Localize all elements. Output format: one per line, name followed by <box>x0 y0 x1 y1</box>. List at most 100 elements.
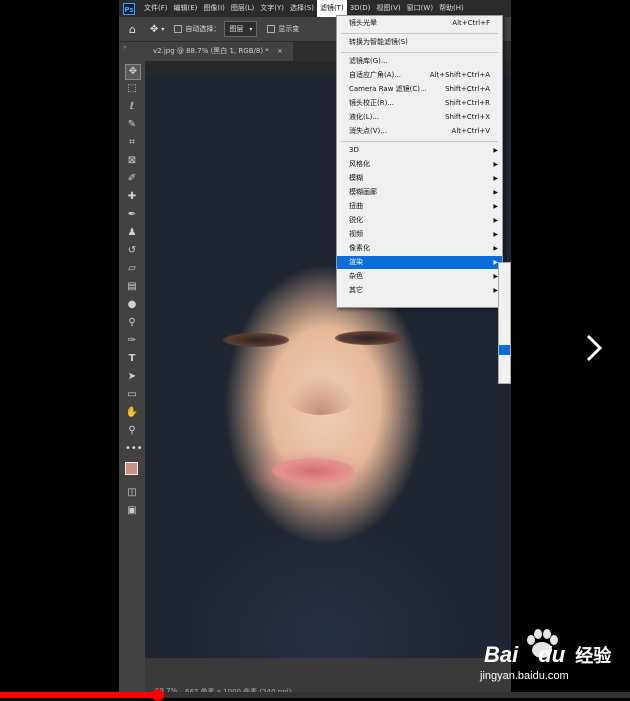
auto-select-label: 自动选择： <box>185 25 221 33</box>
filter-menu-item-label: 像素化 <box>349 244 370 252</box>
filter-menu-item-shortcut: Shift+Ctrl+R <box>445 99 490 107</box>
filter-menu-item[interactable]: 渲染 ▶ <box>337 256 502 269</box>
tool-preset-chevron-icon[interactable]: ▾ <box>161 26 164 33</box>
filter-menu-item[interactable]: 滤镜库(G)... <box>337 55 502 68</box>
filter-menu-item-label: 消失点(V)... <box>349 127 387 135</box>
photo-left-eye <box>223 333 289 347</box>
menu-4[interactable]: 文字(Y) <box>257 0 287 17</box>
filter-menu-item[interactable]: 其它 ▶ <box>337 284 502 297</box>
filter-menu-item[interactable]: 扭曲 ▶ <box>337 200 502 213</box>
watermark-brand: Bai du 经验 <box>484 642 611 668</box>
submenu-arrow-icon: ▶ <box>493 245 498 252</box>
filter-menu-item[interactable]: 3D ▶ <box>337 144 502 157</box>
screen-mode-icon[interactable]: ▣ <box>125 504 139 518</box>
next-slide-button[interactable] <box>582 333 606 363</box>
filter-menu-item-label: 模糊 <box>349 174 363 182</box>
watermark-brand-cn: 经验 <box>575 646 612 666</box>
submenu-arrow-icon: ▶ <box>493 231 498 238</box>
filter-menu-item-label: 滤镜库(G)... <box>349 57 388 65</box>
filter-menu-item[interactable]: 视频 ▶ <box>337 228 502 241</box>
quick-mask-icon[interactable]: ◫ <box>125 486 139 500</box>
submenu-arrow-icon: ▶ <box>493 175 498 182</box>
submenu-arrow-icon: ▶ <box>493 189 498 196</box>
menu-3[interactable]: 图层(L) <box>228 0 257 17</box>
layer-select-value: 图层 <box>229 25 244 33</box>
pen-tool-icon[interactable]: ✑ <box>125 334 139 348</box>
zoom-tool-icon[interactable]: ⚲ <box>125 424 139 438</box>
eraser-tool-icon[interactable]: ▱ <box>125 262 139 276</box>
render-submenu <box>498 262 511 384</box>
filter-menu-item[interactable]: 液化(L)... Shift+Ctrl+X <box>337 111 502 124</box>
menu-separator <box>341 33 498 34</box>
gradient-tool-icon[interactable]: ▤ <box>125 280 139 294</box>
filter-menu-item-label: 液化(L)... <box>349 113 380 121</box>
auto-select-checkbox[interactable] <box>174 25 183 33</box>
color-swatches[interactable] <box>125 458 145 482</box>
filter-menu-item[interactable]: Camera Raw 滤镜(C)... Shift+Ctrl+A <box>337 83 502 96</box>
marquee-tool-icon[interactable]: ⬚ <box>125 82 139 96</box>
filter-menu-item-label: 转换为智能滤镜(S) <box>349 38 408 46</box>
document-tab[interactable]: v2.jpg @ 88.7% (黑白 1, RGB/8) * × <box>145 42 293 61</box>
filter-menu-item[interactable]: 模糊画廊 ▶ <box>337 186 502 199</box>
filter-menu: 镜头光晕 Alt+Ctrl+F 转换为智能滤镜(S) 滤镜库(G)... 自适应广角(A… <box>336 15 503 308</box>
rectangle-tool-icon[interactable]: ▭ <box>125 388 139 402</box>
quick-select-tool-icon[interactable]: ✎ <box>125 118 139 132</box>
filter-menu-item-label: Camera Raw 滤镜(C)... <box>349 85 427 93</box>
watermark-brand-bai: Bai <box>484 642 519 667</box>
path-select-tool-icon[interactable]: ➤ <box>125 370 139 384</box>
filter-menu-item-shortcut: Alt+Ctrl+V <box>451 127 490 135</box>
filter-menu-item[interactable]: 镜头校正(R)... Shift+Ctrl+R <box>337 97 502 110</box>
more-tools-icon[interactable]: ••• <box>125 442 143 456</box>
layer-select-dropdown[interactable]: 图层 ▾ <box>224 21 258 37</box>
filter-menu-item[interactable]: 转换为智能滤镜(S) <box>337 36 502 49</box>
filter-menu-item-label: 渲染 <box>349 258 363 266</box>
filter-menu-item[interactable]: 镜头光晕 Alt+Ctrl+F <box>337 17 502 30</box>
move-tool-icon[interactable]: ✥ <box>150 24 158 35</box>
menu-separator <box>341 52 498 53</box>
filter-menu-item-shortcut: Alt+Shift+Ctrl+A <box>429 71 490 79</box>
filter-menu-item-label: 扭曲 <box>349 202 363 210</box>
dodge-tool-icon[interactable]: ⚲ <box>125 316 139 330</box>
home-icon[interactable]: ⌂ <box>129 23 136 36</box>
history-brush-tool-icon[interactable]: ↺ <box>125 244 139 258</box>
tools-panel: » ✥ ⬚ ℓ ✎ ⌗ ⊠ ✐ ✚ ✒ ♟ ↺ ▱ ▤ ● ⚲ ✑ T ➤ ▭ … <box>119 42 145 698</box>
crop-tool-icon[interactable]: ⌗ <box>125 136 139 150</box>
filter-menu-item-label: 杂色 <box>349 272 363 280</box>
filter-menu-item[interactable]: 杂色 ▶ <box>337 270 502 283</box>
blur-tool-icon[interactable]: ● <box>125 298 139 312</box>
filter-menu-item[interactable]: 模糊 ▶ <box>337 172 502 185</box>
menu-0[interactable]: 文件(F) <box>141 0 171 17</box>
brush-tool-icon[interactable]: ✒ <box>125 208 139 222</box>
type-tool-icon[interactable]: T <box>125 352 139 366</box>
menu-separator <box>341 141 498 142</box>
watermark-brand-du: du <box>538 642 566 667</box>
menu-2[interactable]: 图像(I) <box>200 0 228 17</box>
filter-menu-item[interactable]: 风格化 ▶ <box>337 158 502 171</box>
video-progress-bar[interactable] <box>0 689 630 701</box>
eyedropper-tool-icon[interactable]: ✐ <box>125 172 139 186</box>
filter-menu-item-shortcut: Alt+Ctrl+F <box>452 19 490 27</box>
submenu-arrow-icon: ▶ <box>493 147 498 154</box>
clone-stamp-tool-icon[interactable]: ♟ <box>125 226 139 240</box>
hand-tool-icon[interactable]: ✋ <box>125 406 139 420</box>
ps-logo: Ps <box>123 2 135 15</box>
filter-menu-item-shortcut: Shift+Ctrl+X <box>445 113 490 121</box>
filter-menu-item[interactable]: 锐化 ▶ <box>337 214 502 227</box>
chevron-right-icon <box>586 334 603 362</box>
filter-menu-item[interactable]: 消失点(V)... Alt+Ctrl+V <box>337 125 502 138</box>
healing-brush-tool-icon[interactable]: ✚ <box>125 190 139 204</box>
video-progress-knob[interactable] <box>151 689 164 701</box>
foreground-color-swatch[interactable] <box>125 462 138 475</box>
menu-5[interactable]: 选择(S) <box>287 0 317 17</box>
collapse-panel-icon[interactable]: » <box>123 44 127 51</box>
filter-menu-item-label: 锐化 <box>349 216 363 224</box>
show-transform-checkbox[interactable] <box>267 25 276 33</box>
move-tool-icon[interactable]: ✥ <box>125 64 141 80</box>
frame-tool-icon[interactable]: ⊠ <box>125 154 139 168</box>
filter-menu-item[interactable]: 自适应广角(A)... Alt+Shift+Ctrl+A <box>337 69 502 82</box>
close-tab-icon[interactable]: × <box>277 47 283 55</box>
filter-menu-item[interactable]: 像素化 ▶ <box>337 242 502 255</box>
menu-1[interactable]: 编辑(E) <box>171 0 201 17</box>
render-submenu-highlight[interactable] <box>499 345 510 355</box>
lasso-tool-icon[interactable]: ℓ <box>125 100 139 114</box>
